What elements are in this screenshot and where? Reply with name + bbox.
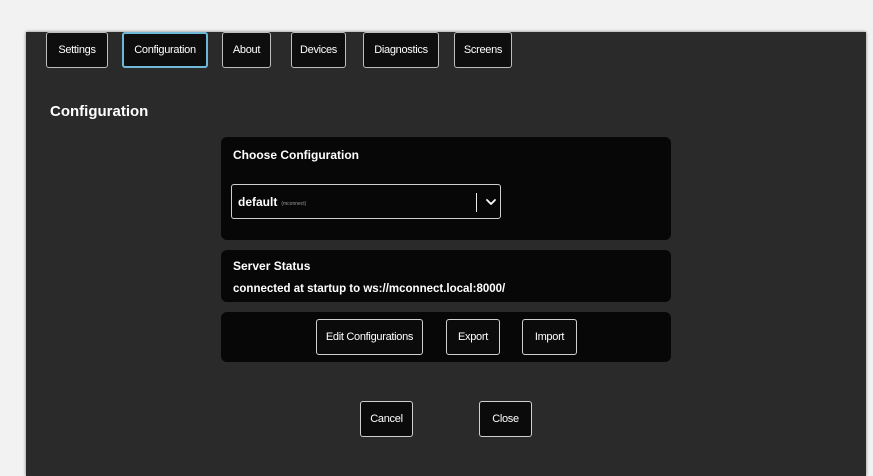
- configuration-select[interactable]: default (mconnect): [231, 184, 501, 219]
- tab-screens[interactable]: Screens: [454, 32, 512, 68]
- tab-diagnostics[interactable]: Diagnostics: [363, 32, 439, 68]
- tab-devices[interactable]: Devices: [291, 32, 346, 68]
- configuration-actions-panel: Edit Configurations Export Import: [221, 312, 671, 362]
- tab-about[interactable]: About: [222, 32, 271, 68]
- select-divider: [476, 193, 477, 212]
- import-button[interactable]: Import: [522, 319, 577, 355]
- choose-configuration-title: Choose Configuration: [233, 148, 359, 162]
- server-status-text: connected at startup to ws://mconnect.lo…: [233, 283, 506, 295]
- chevron-down-icon[interactable]: [484, 195, 498, 209]
- server-status-panel: Server Status connected at startup to ws…: [221, 250, 671, 302]
- tab-settings[interactable]: Settings: [46, 32, 108, 68]
- edit-configurations-button[interactable]: Edit Configurations: [316, 319, 423, 355]
- cancel-button[interactable]: Cancel: [360, 401, 413, 437]
- configuration-dialog: Settings Configuration About Devices Dia…: [26, 32, 866, 476]
- configuration-select-subtext: (mconnect): [281, 200, 307, 207]
- close-button[interactable]: Close: [479, 401, 532, 437]
- server-status-title: Server Status: [233, 259, 311, 273]
- configuration-select-value: default: [238, 194, 278, 209]
- page-title: Configuration: [50, 103, 149, 120]
- choose-configuration-panel: Choose Configuration default (mconnect): [221, 137, 671, 240]
- export-button[interactable]: Export: [446, 319, 500, 355]
- tab-configuration[interactable]: Configuration: [122, 32, 208, 68]
